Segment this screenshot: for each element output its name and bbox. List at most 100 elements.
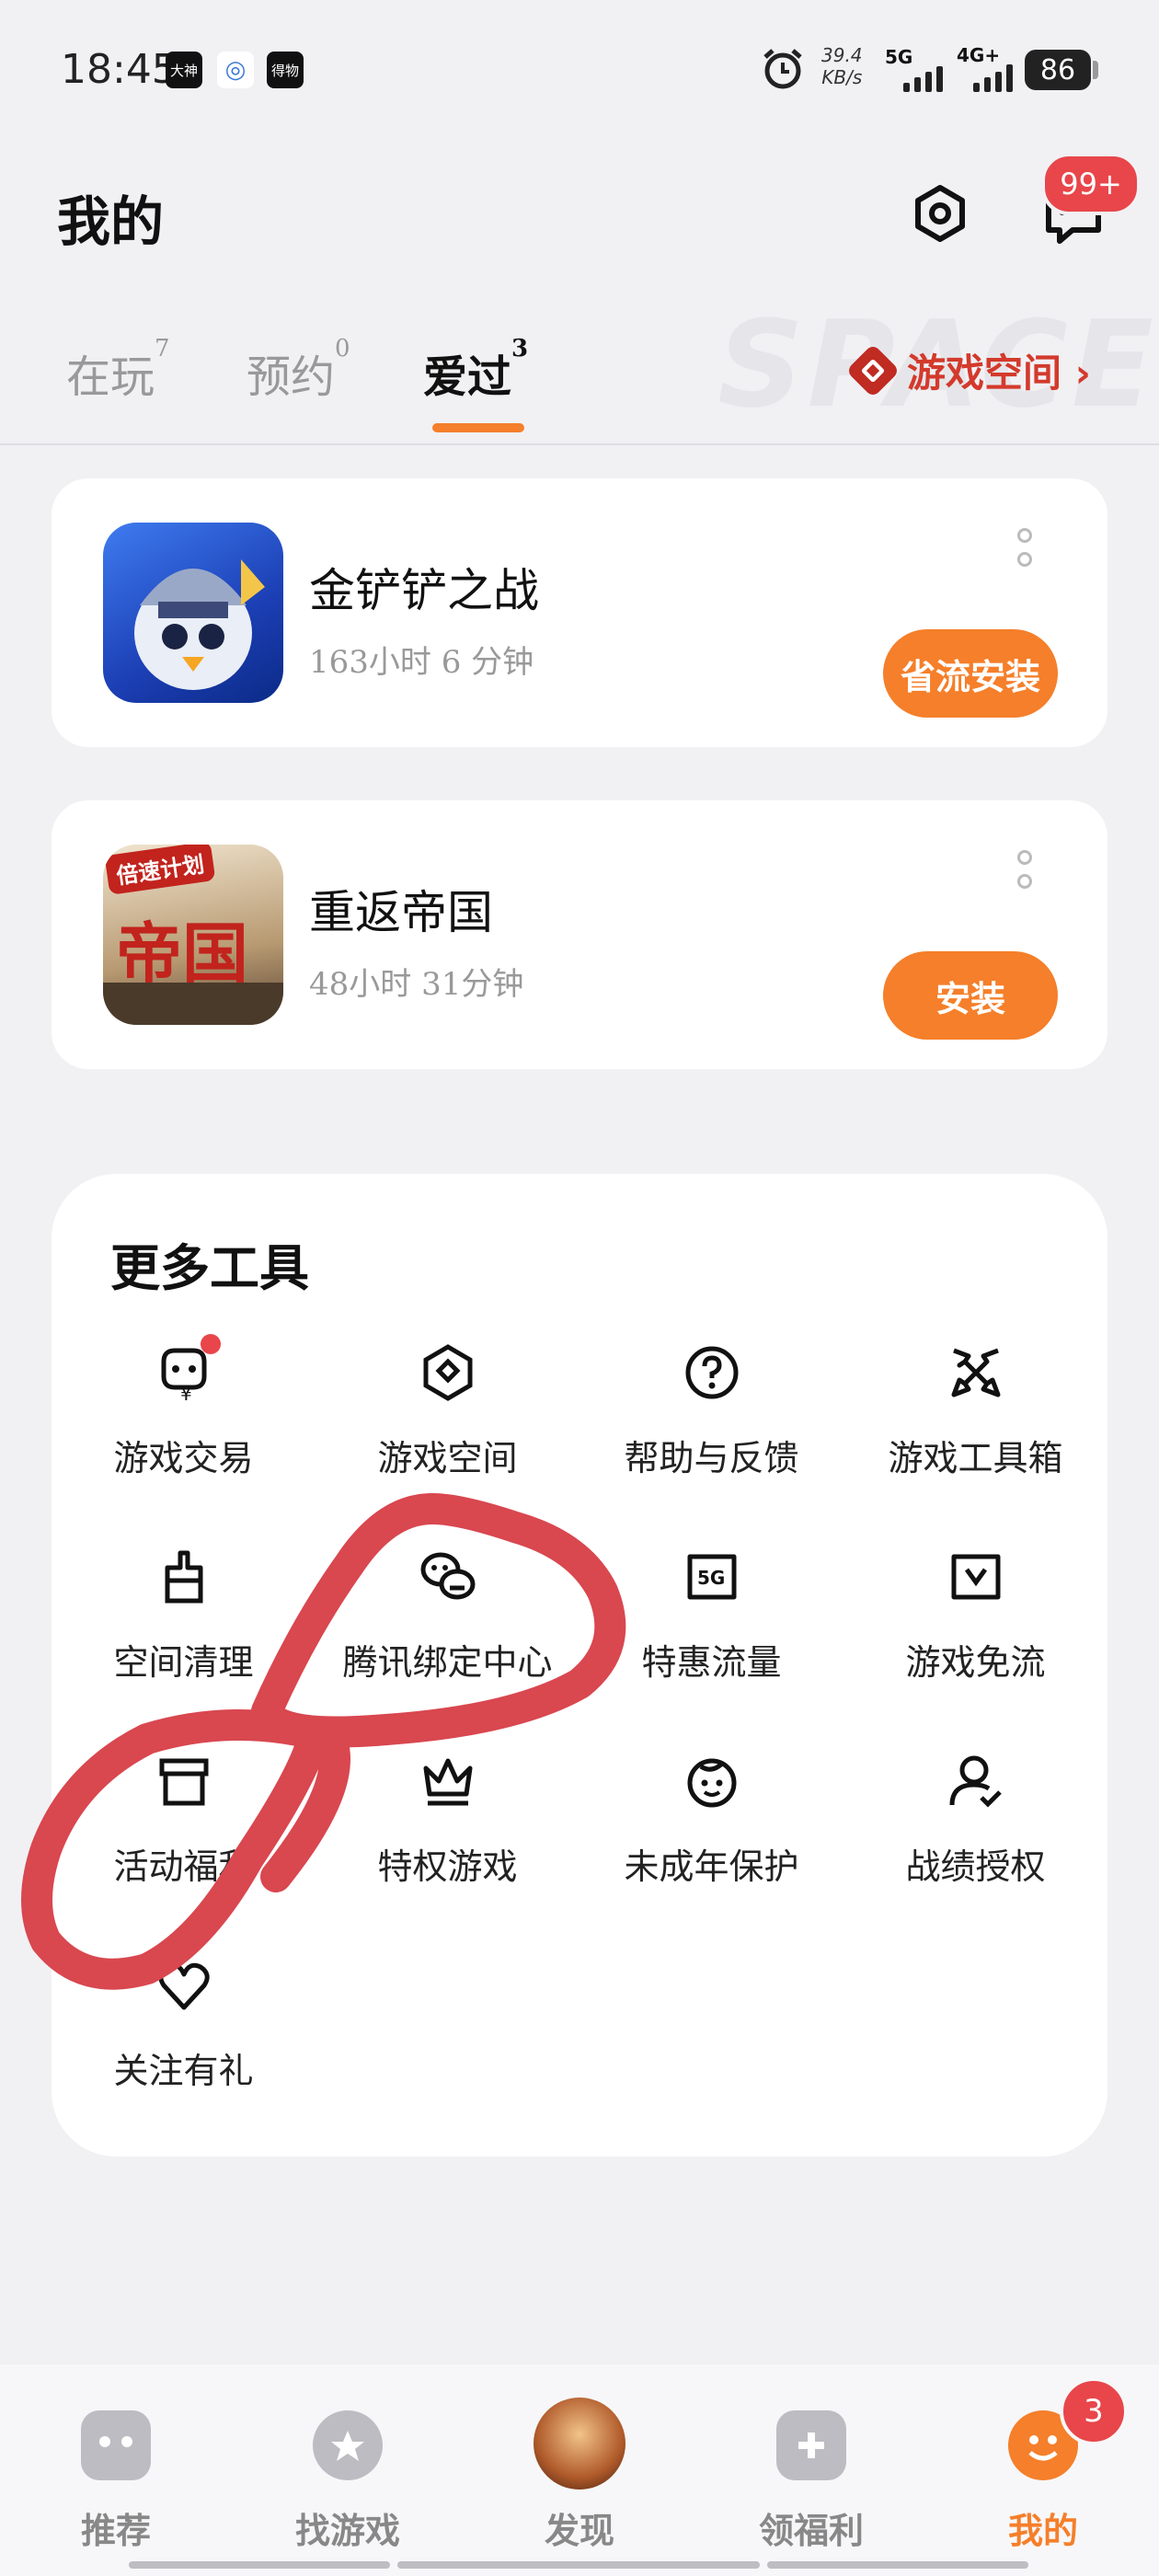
find-game-icon — [313, 2410, 383, 2480]
nav-label: 发现 — [544, 2510, 614, 2551]
game-space-logo-icon — [845, 342, 901, 398]
tab-reserved-count: 0 — [335, 335, 350, 362]
free-data-icon — [951, 1554, 1001, 1600]
signal-5g-icon — [903, 64, 943, 92]
fanhui-diguo-game-icon: 倍速计划 帝国 — [103, 845, 283, 1025]
status-bar: 18:45 大神 ◎ 得物 39.4 KB/s 5G 4G+ 86 — [0, 0, 1159, 138]
more-tools-panel: 更多工具 ¥ 游戏交易 游戏空间 帮助与反馈 游戏工具箱 空间清理 腾讯绑定中心… — [52, 1174, 1107, 2156]
nav-label: 领福利 — [758, 2510, 864, 2551]
lite-install-button[interactable]: 省流安装 — [883, 629, 1058, 718]
nav-label: 我的 — [1007, 2510, 1078, 2551]
tool-data-5g[interactable]: 5G 特惠流量 — [580, 1547, 843, 1731]
nav-label: 找游戏 — [294, 2510, 400, 2551]
tool-label: 帮助与反馈 — [624, 1438, 799, 1478]
tool-label: 游戏空间 — [377, 1438, 518, 1478]
tool-label: 腾讯绑定中心 — [342, 1642, 553, 1683]
tool-activity-welfare[interactable]: 活动福利 — [52, 1752, 316, 1936]
tool-label: 关注有礼 — [113, 2051, 254, 2091]
jinchanchan-game-icon — [103, 523, 283, 703]
nav-recommend[interactable]: 推荐 — [24, 2410, 208, 2558]
message-badge: 99+ — [1041, 153, 1141, 215]
svg-text:5G: 5G — [697, 1567, 725, 1589]
welfare-icon — [776, 2410, 846, 2480]
tool-label: 游戏免流 — [905, 1642, 1046, 1683]
tool-record-auth[interactable]: 战绩授权 — [843, 1752, 1107, 1936]
status-time: 18:45 — [61, 46, 178, 93]
tool-privilege-game[interactable]: 特权游戏 — [316, 1752, 580, 1936]
gamepad-icon — [81, 2410, 151, 2480]
more-options-icon[interactable] — [1017, 528, 1036, 576]
clean-icon — [165, 1550, 203, 1604]
heart-icon — [158, 1962, 210, 2010]
tab-playing[interactable]: 在玩7 — [66, 335, 170, 405]
game-card[interactable]: 倍速计划 帝国 重返帝国 48小时 31分钟 安装 — [52, 800, 1107, 1069]
game-space-icon — [423, 1344, 473, 1401]
crown-icon — [423, 1758, 473, 1806]
tab-playing-label: 在玩 — [66, 351, 155, 403]
game-card[interactable]: 金铲铲之战 163小时 6 分钟 省流安装 — [52, 478, 1107, 747]
tab-loved-label: 爱过 — [423, 351, 512, 403]
tool-label: 活动福利 — [113, 1846, 254, 1887]
alarm-icon — [763, 49, 802, 89]
net-speed-value: 39.4 — [821, 44, 863, 66]
nav-welfare[interactable]: 领福利 — [719, 2410, 903, 2558]
svg-text:¥: ¥ — [180, 1383, 192, 1402]
battery-icon: 86 — [1025, 50, 1091, 90]
tool-label: 空间清理 — [113, 1642, 254, 1683]
settings-hexagon-icon[interactable] — [911, 184, 970, 243]
tab-active-indicator — [432, 423, 524, 432]
bottom-nav: 推荐 找游戏 发现 领福利 我的 — [0, 2364, 1159, 2576]
tool-label: 特惠流量 — [641, 1642, 782, 1683]
tool-game-space[interactable]: 游戏空间 — [316, 1343, 580, 1527]
game-name: 重返帝国 — [309, 886, 493, 939]
circle-app-icon: ◎ — [217, 52, 254, 88]
help-icon — [685, 1346, 739, 1399]
tool-clean[interactable]: 空间清理 — [52, 1547, 316, 1731]
install-button[interactable]: 安装 — [883, 951, 1058, 1040]
tool-free-data[interactable]: 游戏免流 — [843, 1547, 1107, 1731]
home-indicator-center[interactable] — [397, 2561, 760, 2569]
tool-toolbox[interactable]: 游戏工具箱 — [843, 1343, 1107, 1527]
home-indicator-right — [767, 2561, 1028, 2569]
discover-avatar-icon — [534, 2398, 625, 2490]
page-title: 我的 — [57, 190, 165, 253]
tool-tencent-bind[interactable]: 腾讯绑定中心 — [316, 1547, 580, 1731]
battery-tip — [1093, 61, 1098, 79]
nav-discover[interactable]: 发现 — [488, 2398, 671, 2558]
tool-label: 游戏工具箱 — [888, 1438, 1063, 1478]
tab-reserved[interactable]: 预约0 — [247, 335, 350, 405]
game-name: 金铲铲之战 — [309, 564, 539, 617]
tab-loved-count: 3 — [511, 335, 529, 362]
tool-label: 特权游戏 — [377, 1846, 518, 1887]
user-auth-icon — [949, 1755, 1002, 1808]
signal-4g-icon — [973, 63, 1013, 92]
child-protect-icon — [687, 1758, 737, 1808]
tab-loved[interactable]: 爱过3 — [423, 335, 528, 405]
game-space-link-label: 游戏空间 › — [907, 351, 1091, 396]
tab-playing-count: 7 — [155, 335, 170, 362]
tool-help[interactable]: 帮助与反馈 — [580, 1343, 843, 1527]
tool-label: 未成年保护 — [624, 1846, 799, 1887]
tab-reserved-label: 预约 — [247, 351, 336, 403]
tool-label: 游戏交易 — [113, 1438, 254, 1478]
tool-follow-gift[interactable]: 关注有礼 — [52, 1956, 316, 2140]
game-space-link[interactable]: 游戏空间 › — [845, 342, 1091, 398]
tool-child-protect[interactable]: 未成年保护 — [580, 1752, 843, 1936]
net-speed-unit: KB/s — [821, 66, 863, 88]
icon-tag: 倍速计划 — [104, 845, 216, 895]
gift-box-icon — [159, 1758, 209, 1806]
dewu-app-icon: 得物 — [267, 52, 304, 88]
tool-label: 战绩授权 — [905, 1846, 1046, 1887]
dashen-app-icon: 大神 — [166, 52, 202, 88]
nav-label: 推荐 — [80, 2510, 151, 2551]
data-5g-icon: 5G — [687, 1554, 737, 1600]
more-tools-title: 更多工具 — [110, 1238, 309, 1297]
home-indicator-left — [129, 2561, 390, 2569]
trade-red-dot — [201, 1334, 221, 1354]
tabs-divider — [0, 443, 1159, 445]
tool-trade[interactable]: ¥ 游戏交易 — [52, 1334, 316, 1527]
nav-find-game[interactable]: 找游戏 — [256, 2410, 440, 2558]
icon-army-band — [103, 983, 283, 1025]
toolbox-icon — [951, 1348, 1001, 1397]
more-options-icon[interactable] — [1017, 850, 1036, 898]
